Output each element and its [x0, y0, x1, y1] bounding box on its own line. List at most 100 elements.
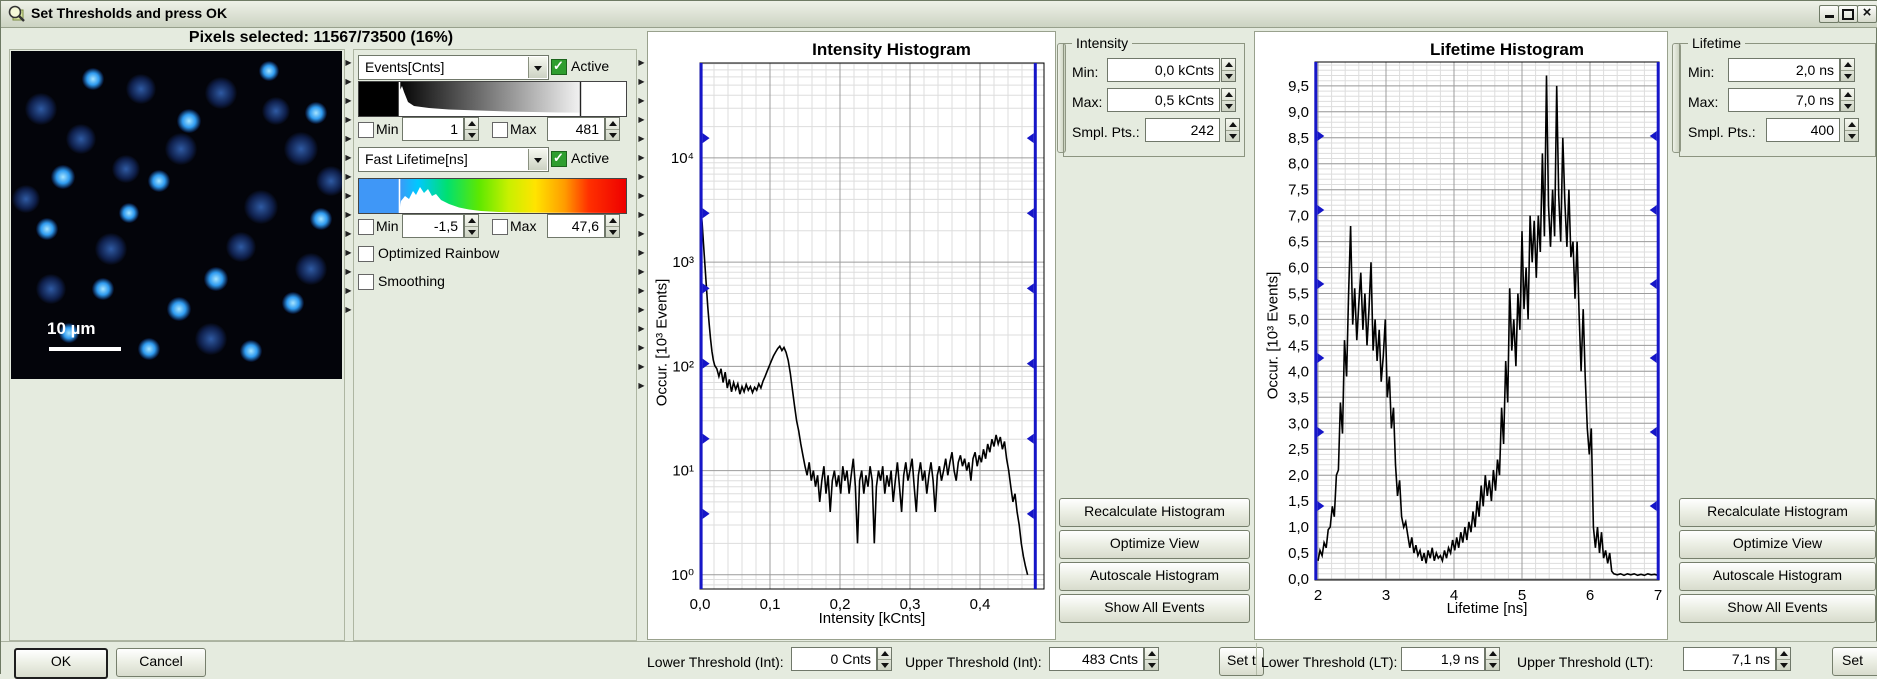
lifetime-histogram-plot[interactable]: 2345670,00,51,01,52,02,53,03,54,04,55,05…	[1255, 32, 1667, 639]
cell-blob-dim	[112, 155, 140, 183]
channel2-min-input[interactable]	[402, 214, 464, 238]
intensity-smpl-input[interactable]	[1145, 118, 1220, 142]
cell-blob-dim	[66, 124, 96, 154]
close-button[interactable]: ×	[1857, 5, 1877, 23]
lifetime-autoscale-button[interactable]: Autoscale Histogram	[1679, 562, 1876, 591]
window-title: Set Thresholds and press OK	[31, 5, 227, 21]
lifetime-min-label: Min:	[1688, 64, 1714, 80]
svg-text:2,5: 2,5	[1288, 441, 1309, 458]
lifetime-groupbox: Lifetime Min: Max: Smpl. Pts.:	[1679, 43, 1876, 157]
smoothing-checkbox[interactable]	[358, 274, 374, 290]
channel2-min-spinner[interactable]	[464, 214, 479, 238]
cell-blob-bright	[148, 170, 170, 192]
upper-threshold-lt-input[interactable]	[1683, 647, 1776, 671]
svg-text:4,0: 4,0	[1288, 363, 1309, 380]
ok-button[interactable]: OK	[14, 648, 108, 679]
lifetime-smpl-label: Smpl. Pts.:	[1688, 124, 1756, 140]
maximize-button[interactable]	[1838, 5, 1858, 23]
lifetime-x-axis-label: Lifetime [ns]	[1315, 600, 1659, 617]
lifetime-min-spinner[interactable]	[1840, 58, 1855, 82]
cancel-button[interactable]: Cancel	[116, 648, 206, 677]
set-thresholds-dialog: { "window": { "title": "Set Thresholds a…	[0, 0, 1877, 674]
channel2-active-checkbox[interactable]	[551, 151, 567, 167]
flim-image[interactable]: 10 µm	[11, 51, 342, 379]
set-threshold-int-button[interactable]: Set t	[1219, 647, 1264, 676]
svg-text:9,5: 9,5	[1288, 78, 1309, 95]
intensity-max-spinner[interactable]	[1221, 88, 1236, 112]
channel2-max-checkbox[interactable]	[492, 219, 508, 235]
splitter-middle[interactable]	[637, 53, 646, 395]
svg-text:1,5: 1,5	[1288, 493, 1309, 510]
intensity-optimize-view-button[interactable]: Optimize View	[1059, 530, 1250, 559]
splitter-arrow-icon	[344, 72, 353, 91]
lifetime-recalculate-button[interactable]: Recalculate Histogram	[1679, 498, 1876, 527]
upper-threshold-int-spinner[interactable]	[1144, 647, 1159, 671]
splitter-arrow-icon	[637, 243, 646, 262]
svg-text:9,0: 9,0	[1288, 104, 1309, 121]
channel2-max-spinner[interactable]	[605, 214, 620, 238]
intensity-histogram-plot[interactable]: 0,00,10,20,30,410⁰10¹10²10³10⁴	[648, 32, 1055, 639]
splitter-arrow-icon	[637, 376, 646, 395]
intensity-recalculate-button[interactable]: Recalculate Histogram	[1059, 498, 1250, 527]
lower-threshold-int-label: Lower Threshold (Int):	[647, 654, 784, 670]
svg-text:6,0: 6,0	[1288, 260, 1309, 277]
channel1-max-checkbox[interactable]	[492, 122, 508, 138]
lifetime-min-input[interactable]	[1728, 58, 1840, 82]
intensity-max-input[interactable]	[1107, 88, 1220, 112]
lower-threshold-lt-input[interactable]	[1401, 647, 1485, 671]
cell-blob-dim	[316, 166, 342, 196]
upper-threshold-lt-label: Upper Threshold (LT):	[1517, 654, 1653, 670]
intensity-min-spinner[interactable]	[1221, 58, 1236, 82]
cell-blob-dim	[244, 190, 278, 224]
lifetime-smpl-input[interactable]	[1766, 118, 1840, 142]
intensity-autoscale-button[interactable]: Autoscale Histogram	[1059, 562, 1250, 591]
lifetime-show-all-events-button[interactable]: Show All Events	[1679, 594, 1876, 623]
cell-blob-bright	[119, 203, 139, 223]
channel1-min-spinner[interactable]	[464, 117, 479, 141]
lifetime-smpl-spinner[interactable]	[1844, 118, 1859, 142]
channel1-min-checkbox[interactable]	[358, 122, 374, 138]
lower-threshold-lt-spinner[interactable]	[1485, 647, 1500, 671]
intensity-min-input[interactable]	[1107, 58, 1220, 82]
intensity-group-label: Intensity	[1072, 35, 1132, 51]
lower-threshold-int-spinner[interactable]	[877, 647, 892, 671]
scale-bar	[49, 347, 121, 351]
channel2-dropdown[interactable]: Fast Lifetime[ns]	[358, 147, 549, 172]
optimized-rainbow-checkbox[interactable]	[358, 246, 374, 262]
lifetime-max-input[interactable]	[1728, 88, 1840, 112]
intensity-gradient-bar[interactable]	[358, 81, 627, 117]
minimize-button[interactable]	[1819, 5, 1839, 23]
svg-text:7,5: 7,5	[1288, 182, 1309, 199]
intensity-histogram-container: Intensity Histogram Occur. [10³ Events] …	[647, 31, 1056, 640]
cell-blob-bright	[177, 109, 201, 133]
channel2-max-input[interactable]	[547, 214, 605, 238]
cell-blob-dim	[295, 253, 327, 285]
intensity-show-all-events-button[interactable]: Show All Events	[1059, 594, 1250, 623]
svg-text:5,0: 5,0	[1288, 311, 1309, 328]
chevron-down-icon[interactable]	[528, 149, 547, 170]
splitter-arrow-icon	[637, 186, 646, 205]
channel2-min-checkbox[interactable]	[358, 219, 374, 235]
channel1-max-spinner[interactable]	[605, 117, 620, 141]
channel1-dropdown[interactable]: Events[Cnts]	[358, 55, 549, 80]
splitter-arrow-icon	[637, 167, 646, 186]
svg-text:10³: 10³	[672, 254, 694, 271]
splitter-arrow-icon	[344, 224, 353, 243]
intensity-smpl-spinner[interactable]	[1225, 118, 1240, 142]
chevron-down-icon[interactable]	[528, 57, 547, 78]
lifetime-optimize-view-button[interactable]: Optimize View	[1679, 530, 1876, 559]
splitter-arrow-icon	[344, 262, 353, 281]
splitter-arrow-icon	[344, 129, 353, 148]
lifetime-gradient-bar[interactable]	[358, 178, 627, 214]
lifetime-max-spinner[interactable]	[1840, 88, 1855, 112]
splitter-arrow-icon	[344, 243, 353, 262]
lower-threshold-int-input[interactable]	[791, 647, 877, 671]
channel1-min-input[interactable]	[402, 117, 464, 141]
set-threshold-lt-button[interactable]: Set	[1832, 647, 1877, 676]
channel1-active-checkbox[interactable]	[551, 59, 567, 75]
channel1-max-input[interactable]	[547, 117, 605, 141]
cell-blob-bright	[82, 68, 104, 90]
splitter-left[interactable]	[344, 53, 353, 319]
upper-threshold-int-input[interactable]	[1049, 647, 1144, 671]
upper-threshold-lt-spinner[interactable]	[1776, 647, 1791, 671]
